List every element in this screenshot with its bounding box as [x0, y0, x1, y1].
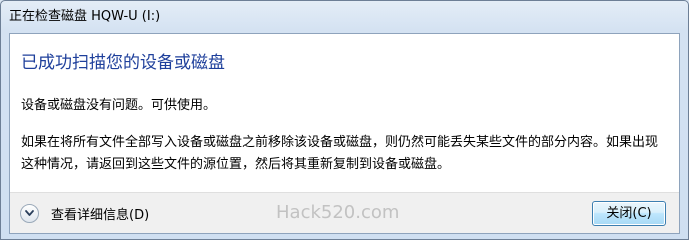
watermark-text: Hack520.com	[276, 202, 400, 223]
dialog-footer: 查看详细信息(D) Hack520.com 关闭(C)	[10, 192, 679, 233]
content-area: 已成功扫描您的设备或磁盘 设备或磁盘没有问题。可供使用。 如果在将所有文件全部写…	[10, 34, 679, 192]
close-button[interactable]: 关闭(C)	[592, 201, 666, 226]
dialog-window: 正在检查磁盘 HQW-U (I:) 已成功扫描您的设备或磁盘 设备或磁盘没有问题…	[0, 0, 689, 240]
status-text: 设备或磁盘没有问题。可供使用。	[21, 98, 217, 113]
window-title: 正在检查磁盘 HQW-U (I:)	[9, 9, 161, 24]
dialog-body: 已成功扫描您的设备或磁盘 设备或磁盘没有问题。可供使用。 如果在将所有文件全部写…	[9, 33, 680, 234]
main-instruction: 已成功扫描您的设备或磁盘	[21, 53, 225, 73]
show-details-toggle[interactable]: 查看详细信息(D)	[20, 202, 149, 224]
chevron-down-icon[interactable]	[20, 203, 39, 223]
detail-text: 如果在将所有文件全部写入设备或磁盘之前移除该设备或磁盘，则仍然可能丢失某些文件的…	[21, 135, 659, 172]
show-details-label[interactable]: 查看详细信息(D)	[51, 204, 149, 223]
